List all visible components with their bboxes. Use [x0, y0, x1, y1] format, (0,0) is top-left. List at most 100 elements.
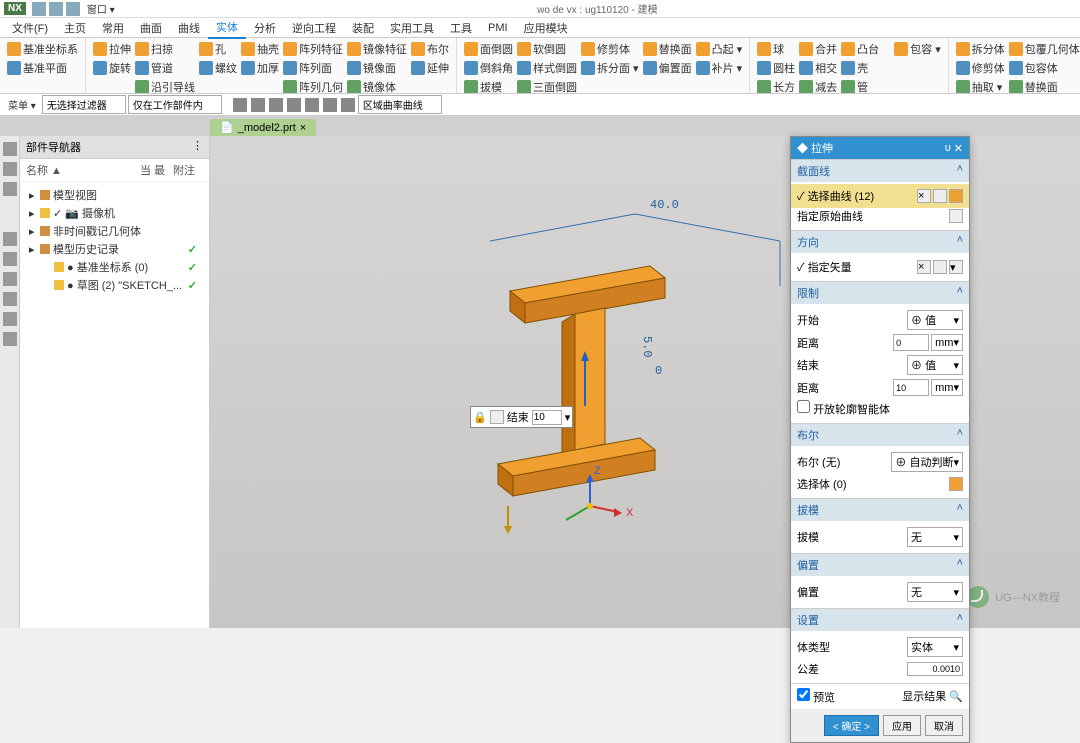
ribbon-tab[interactable]: 工具: [442, 18, 480, 38]
ribbon-button[interactable]: 包容 ▾: [893, 40, 942, 58]
body-icon[interactable]: [949, 477, 963, 491]
tool-icon[interactable]: [251, 98, 265, 112]
ribbon-button[interactable]: 布尔: [410, 40, 450, 58]
ribbon-button[interactable]: 阵列特征: [282, 40, 344, 58]
tool-icon[interactable]: [305, 98, 319, 112]
ribbon-button[interactable]: 拔模: [463, 78, 514, 94]
dialog-titlebar[interactable]: ◆ 拉伸 υ✕: [791, 137, 969, 159]
lock-icon[interactable]: 🔒: [473, 411, 487, 424]
ribbon-button[interactable]: 抽壳: [240, 40, 280, 58]
ribbon-tab[interactable]: 常用: [94, 18, 132, 38]
collapse-icon[interactable]: ˄: [957, 234, 963, 250]
ribbon-button[interactable]: 凸起 ▾: [695, 40, 744, 58]
qat-icon[interactable]: [32, 2, 46, 16]
col-name[interactable]: 名称 ▲: [26, 162, 132, 178]
ribbon-button[interactable]: 球: [756, 40, 796, 58]
ribbon-button[interactable]: 抽取 ▾: [955, 78, 1006, 94]
ribbon-button[interactable]: 包覆几何体: [1008, 40, 1080, 58]
ribbon-button[interactable]: 加厚: [240, 59, 280, 77]
expand-icon[interactable]: ▸: [29, 225, 37, 238]
rail-icon[interactable]: [3, 252, 17, 266]
menu-dropdown[interactable]: 菜单 ▾: [4, 95, 40, 114]
ok-button[interactable]: < 确定 >: [824, 715, 879, 736]
bool-select[interactable]: ⊕ 自动判断▾: [891, 452, 963, 472]
ribbon-button[interactable]: 延伸: [410, 59, 450, 77]
ribbon-button[interactable]: 沿引导线: [134, 78, 196, 94]
section-header[interactable]: 方向˄: [791, 230, 969, 253]
ribbon-button[interactable]: 替换面: [642, 40, 693, 58]
ribbon-button[interactable]: 减去: [798, 78, 838, 94]
qat-icon[interactable]: [49, 2, 63, 16]
section-header[interactable]: 限制˄: [791, 281, 969, 304]
ribbon-button[interactable]: 阵列几何: [282, 78, 344, 94]
ribbon-button[interactable]: 阵列面: [282, 59, 344, 77]
collapse-icon[interactable]: ˄: [957, 557, 963, 573]
rail-icon[interactable]: [3, 142, 17, 156]
ribbon-button[interactable]: 合并: [798, 40, 838, 58]
ribbon-button[interactable]: 镜像特征: [346, 40, 408, 58]
tree-row[interactable]: ● 草图 (2) "SKETCH_...✓: [24, 276, 205, 294]
bodytype-select[interactable]: 实体▾: [907, 637, 963, 657]
ribbon-tab[interactable]: 装配: [344, 18, 382, 38]
ribbon-button[interactable]: 壳: [840, 59, 891, 77]
filter-select-2[interactable]: 仅在工作部件内: [128, 95, 222, 114]
vector-menu-icon[interactable]: ▾: [949, 260, 963, 274]
preview-check[interactable]: 预览: [797, 688, 835, 705]
ribbon-button[interactable]: 拆分体: [955, 40, 1006, 58]
tree-row[interactable]: ▸模型历史记录✓: [24, 240, 205, 258]
filter-select-3[interactable]: 区域曲率曲线: [358, 95, 442, 114]
section-header[interactable]: 截面线˄: [791, 159, 969, 182]
end-select[interactable]: ⊕ 值▾: [907, 355, 963, 375]
ribbon-tab[interactable]: 分析: [246, 18, 284, 38]
rail-icon[interactable]: [3, 312, 17, 326]
ribbon-tab[interactable]: 逆向工程: [284, 18, 344, 38]
ribbon-button[interactable]: 样式倒圆: [516, 59, 578, 77]
collapse-icon[interactable]: ˄: [957, 163, 963, 179]
ribbon-button[interactable]: 替换面: [1008, 78, 1080, 94]
ribbon-button[interactable]: 管: [840, 78, 891, 94]
rail-icon[interactable]: [3, 272, 17, 286]
section-header[interactable]: 偏置˄: [791, 553, 969, 576]
start-distance-input[interactable]: [893, 334, 929, 351]
ribbon-button[interactable]: 镜像体: [346, 78, 408, 94]
ribbon-button[interactable]: 修剪体: [955, 59, 1006, 77]
cancel-button[interactable]: 取消: [925, 715, 963, 736]
rail-icon[interactable]: [3, 232, 17, 246]
expand-icon[interactable]: ▸: [29, 207, 37, 220]
curve-icon[interactable]: [949, 189, 963, 203]
col-note[interactable]: 附注: [173, 162, 195, 178]
tree-row[interactable]: ▸模型视图: [24, 186, 205, 204]
nav-menu-icon[interactable]: ⋮: [192, 139, 203, 155]
mode-icon[interactable]: [490, 410, 504, 424]
ribbon-button[interactable]: 镜像面: [346, 59, 408, 77]
sketch-icon[interactable]: [933, 189, 947, 203]
col-current[interactable]: 当 最: [140, 162, 165, 178]
ribbon-button[interactable]: 螺纹: [198, 59, 238, 77]
ribbon-button[interactable]: 补片 ▾: [695, 59, 744, 77]
filter-select-1[interactable]: 无选择过滤器: [42, 95, 126, 114]
rail-icon[interactable]: [3, 332, 17, 346]
ribbon-button[interactable]: 面倒圆: [463, 40, 514, 58]
qat-icon[interactable]: [66, 2, 80, 16]
float-value[interactable]: [532, 410, 562, 425]
ribbon-button[interactable]: 包容体: [1008, 59, 1080, 77]
ribbon-button[interactable]: 倒斜角: [463, 59, 514, 77]
vector-icon[interactable]: [933, 260, 947, 274]
ribbon-button[interactable]: 拉伸: [92, 40, 132, 58]
ribbon-tab[interactable]: 文件(F): [4, 18, 56, 38]
ribbon-tab[interactable]: PMI: [480, 20, 516, 36]
tree-row[interactable]: ● 基准坐标系 (0)✓: [24, 258, 205, 276]
ribbon-button[interactable]: 基准坐标系: [6, 40, 79, 58]
ribbon-button[interactable]: 扫掠: [134, 40, 196, 58]
ribbon-button[interactable]: 软倒圆: [516, 40, 578, 58]
ribbon-button[interactable]: 孔: [198, 40, 238, 58]
orig-curve-row[interactable]: 指定原始曲线: [797, 206, 963, 226]
ribbon-button[interactable]: 圆柱: [756, 59, 796, 77]
tool-icon[interactable]: [233, 98, 247, 112]
unit-select[interactable]: mm▾: [931, 334, 963, 351]
collapse-icon[interactable]: ˄: [957, 285, 963, 301]
ribbon-button[interactable]: 拆分面 ▾: [580, 59, 640, 77]
apply-button[interactable]: 应用: [883, 715, 921, 736]
qat-window[interactable]: 窗口 ▾: [83, 0, 119, 18]
ribbon-button[interactable]: 旋转: [92, 59, 132, 77]
